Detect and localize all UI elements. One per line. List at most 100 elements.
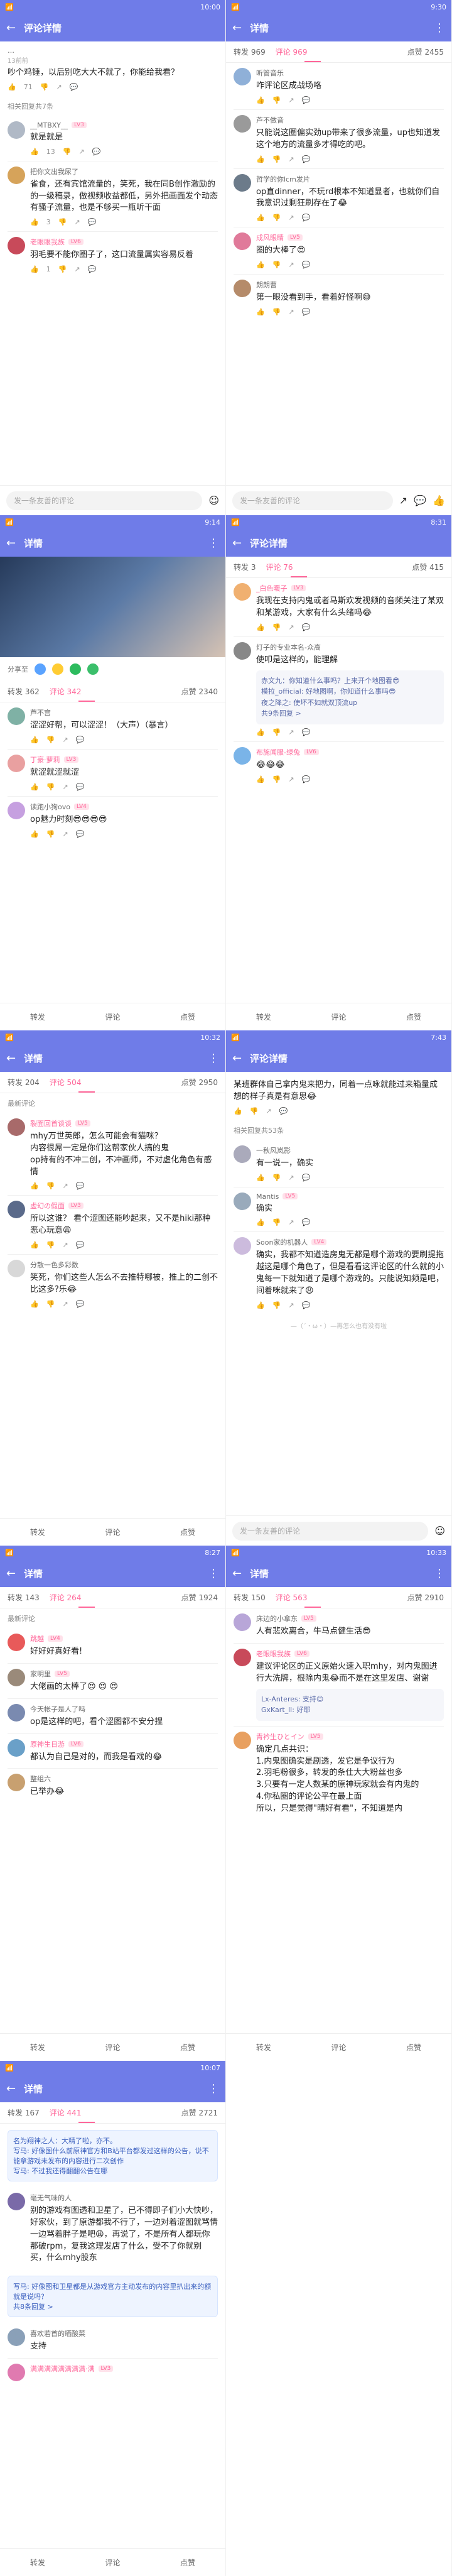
share-button[interactable]: 转发 [30,1012,45,1022]
username[interactable]: 老眼眼我族 [256,1649,291,1659]
dislike-icon[interactable]: 👎 [272,728,281,736]
tab-comments[interactable]: 评论 563 [276,1592,308,1603]
back-arrow-icon[interactable]: ← [232,21,244,35]
like-button[interactable]: 点赞 [180,2042,195,2053]
comment-input[interactable]: 发一条友善的评论 [232,491,393,510]
comment-icon[interactable]: 💬 [302,1174,311,1182]
avatar[interactable] [234,1648,251,1666]
dislike-icon[interactable]: 👎 [46,783,55,791]
dislike-icon[interactable]: 👎 [46,736,55,744]
reply-preview[interactable]: Lx-Anteres: 支持😊 GxKart_ll: 好耶 [256,1688,444,1721]
share-icon[interactable]: ↗ [288,1174,294,1182]
username[interactable]: 芦不做音 [256,115,284,125]
tab-like[interactable]: 点赞 415 [412,562,444,572]
more-replies-link[interactable]: 共8条回复 > [13,2301,212,2311]
tab-share[interactable]: 转发 969 [234,46,266,57]
dislike-icon[interactable]: 👎 [272,261,281,269]
avatar[interactable] [8,1118,25,1136]
post-image[interactable] [0,557,225,657]
comment-icon[interactable]: 💬 [76,1241,85,1249]
more-icon[interactable]: ⋮ [434,21,445,35]
reply-preview[interactable]: 赤文九：你知道什么事吗？上来开个地图看😎 模拉_official: 好地图啊，你… [256,670,444,724]
avatar[interactable] [8,1201,25,1219]
tab-comments[interactable]: 评论 342 [50,686,82,697]
like-button[interactable]: 点赞 [406,2042,421,2053]
avatar[interactable] [234,1731,251,1749]
comment-icon[interactable]: 💬 [279,1107,288,1115]
username[interactable]: 一秋风岚影 [256,1145,291,1155]
share-icon[interactable]: ↗ [62,783,68,791]
comment-icon[interactable]: 💬 [70,83,78,91]
username[interactable]: Mantis [256,1192,279,1201]
tab-like[interactable]: 点赞 2910 [407,1592,444,1603]
comment-icon[interactable]: 💬 [302,775,311,783]
share-icon[interactable]: ↗ [288,1301,294,1309]
comment-icon[interactable]: 💬 [302,308,311,316]
like-icon[interactable]: 👍 [234,1107,242,1115]
avatar[interactable] [8,121,25,139]
comment-icon[interactable]: 💬 [414,494,426,506]
share-icon[interactable]: ↗ [399,494,407,506]
avatar[interactable] [8,1260,25,1278]
dislike-icon[interactable]: 👎 [272,1301,281,1309]
username[interactable]: Soon家的机器人 [256,1237,308,1247]
like-icon[interactable]: 👍 [433,494,445,506]
tab-comments[interactable]: 评论 76 [266,562,293,572]
share-icon[interactable]: ↗ [74,218,80,226]
reply-preview[interactable]: 写马: 好像图和卫星都是从游戏官方主动发布的内容里扒出来的额就是说吗？ 共8条回复… [8,2276,218,2318]
like-button[interactable]: 点赞 [180,1527,195,1537]
share-icon[interactable]: ↗ [62,1300,68,1308]
comment-icon[interactable]: 💬 [92,148,101,156]
dislike-icon[interactable]: 👎 [272,1174,281,1182]
username[interactable]: 跳越 [30,1634,44,1644]
share-icon[interactable]: ↗ [288,261,294,269]
dislike-icon[interactable]: 👎 [272,155,281,163]
comment-input[interactable]: 发一条友善的评论 [232,1521,429,1541]
comment-icon[interactable]: 💬 [302,728,311,736]
username[interactable]: 分散一色多彩数 [30,1260,78,1270]
share-button[interactable]: 转发 [30,1527,45,1537]
like-icon[interactable]: 👍 [30,1241,39,1249]
dislike-icon[interactable]: 👎 [272,214,281,222]
like-button[interactable]: 点赞 [406,1012,421,1022]
share-icon[interactable]: ↗ [62,830,68,838]
share-button[interactable]: 转发 [30,2557,45,2568]
avatar[interactable] [8,1738,25,1757]
username[interactable]: 床边的小拿东 [256,1613,298,1624]
dislike-icon[interactable]: 👎 [272,775,281,783]
tab-share[interactable]: 转发 3 [234,562,256,572]
dislike-icon[interactable]: 👎 [272,623,281,631]
comment-icon[interactable]: 💬 [76,1182,85,1190]
dislike-icon[interactable]: 👎 [46,1182,55,1190]
share-icon[interactable]: ↗ [288,728,294,736]
like-icon[interactable]: 👍 [30,218,39,226]
username[interactable]: __MTBXY__ [30,121,68,129]
avatar[interactable] [234,68,251,85]
username[interactable]: 哲学的你lcm发片 [256,174,310,184]
username[interactable]: 布施闻服-绿兔 [256,747,300,757]
avatar[interactable] [8,2364,25,2382]
like-icon[interactable]: 👍 [30,148,39,156]
tab-like[interactable]: 点赞 2340 [181,686,218,697]
back-arrow-icon[interactable]: ← [6,21,18,35]
username[interactable]: 成风眼睛 [256,232,284,243]
back-arrow-icon[interactable]: ← [6,1567,18,1580]
share-icon[interactable]: ↗ [78,148,84,156]
avatar[interactable] [8,1668,25,1686]
like-icon[interactable]: 👍 [256,261,265,269]
share-icon[interactable]: ↗ [288,775,294,783]
tab-comments[interactable]: 评论 441 [50,2107,82,2118]
share-qzone-icon[interactable] [52,663,63,675]
emoji-icon[interactable]: ☺ [434,1525,445,1537]
avatar[interactable] [234,583,251,601]
more-icon[interactable]: ⋮ [434,1567,445,1580]
share-icon[interactable]: ↗ [56,83,62,91]
dislike-icon[interactable]: 👎 [272,308,281,316]
avatar[interactable] [8,2193,25,2210]
tab-share[interactable]: 转发 143 [8,1592,40,1603]
tab-comments[interactable]: 评论 504 [50,1077,82,1088]
comment-icon[interactable]: 💬 [302,261,311,269]
like-icon[interactable]: 👍 [30,1300,39,1308]
share-icon[interactable]: ↗ [288,96,294,104]
tab-like[interactable]: 点赞 2950 [181,1077,218,1088]
